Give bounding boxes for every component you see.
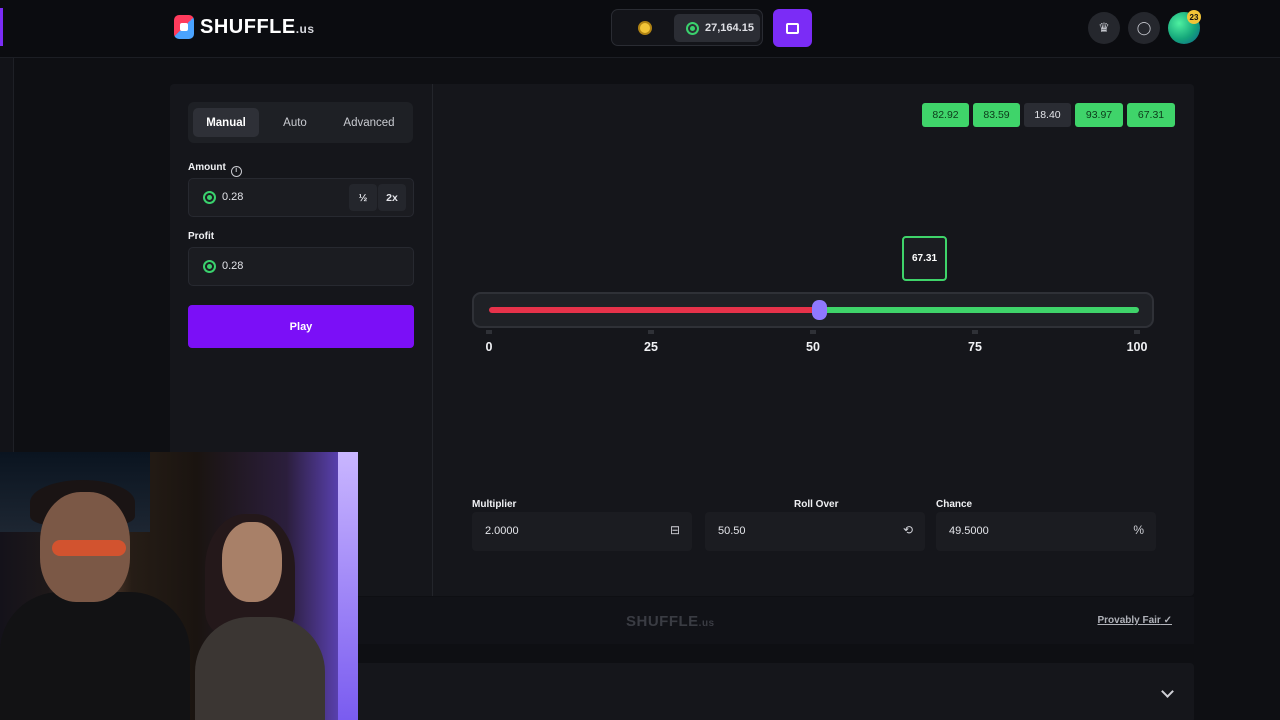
logo-text: SHUFFLE [200,15,296,38]
tab-auto[interactable]: Auto [267,108,323,137]
tab-advanced[interactable]: Advanced [331,108,407,137]
history-chip: 82.92 [922,103,969,127]
tab-manual[interactable]: Manual [193,108,259,137]
tick-mark [810,330,816,334]
person-body [195,617,325,720]
tick-label: 0 [485,340,493,354]
chat-button[interactable]: ◯ [1128,12,1160,44]
person-face [222,522,282,602]
sidebar-collapsed[interactable] [0,58,14,458]
crown-icon: ♛ [1098,20,1110,35]
double-button[interactable]: 2x [378,184,406,211]
swap-icon[interactable]: ⟲ [903,523,913,537]
profit-value: 0.28 [222,260,244,272]
rollover-label: Roll Over [794,499,839,510]
win-range [823,307,1139,313]
rollover-value[interactable]: 50.50 [718,525,746,537]
mode-tabs: Manual Auto Advanced [188,102,413,143]
slider-handle[interactable] [812,300,827,320]
info-icon[interactable]: i [230,166,242,177]
history-chip: 93.97 [1075,103,1123,127]
multiplier-value[interactable]: 2.0000 [485,525,519,537]
webcam-overlay [0,452,358,720]
roll-result-bubble: 67.31 [902,236,947,281]
chevron-down-icon[interactable] [1161,685,1174,698]
wallet-selector[interactable]: 27,164.15 [611,9,763,46]
tick-label: 25 [644,340,658,354]
top-navbar: SHUFFLE.us 27,164.15 ♛ ◯ 23 [0,0,1280,58]
notification-badge: 23 [1187,10,1201,24]
chance-value[interactable]: 49.5000 [949,525,989,537]
history-chip: 83.59 [973,103,1020,127]
dice-slider[interactable] [472,292,1154,328]
profit-field[interactable]: 0.28 [188,247,414,286]
site-logo[interactable]: SHUFFLE.us [174,15,315,39]
percent-suffix: % [1133,523,1144,537]
led-light [338,452,358,720]
wallet-button[interactable] [773,9,812,47]
tick-mark [648,330,654,334]
balance-value: 27,164.15 [705,22,754,34]
amount-value[interactable]: 0.28 [222,191,243,203]
history-chip: 18.40 [1024,103,1071,127]
tick-label: 75 [968,340,982,354]
person-body [0,592,190,720]
footer-logo: SHUFFLE.us [626,613,715,630]
tick-mark [486,330,492,334]
chance-label: Chance [936,499,973,510]
amount-input[interactable]: 0.28 ½ 2x [188,178,414,217]
chance-input[interactable]: 49.5000 % [936,512,1156,551]
half-button[interactable]: ½ [349,184,377,211]
amount-label: Amount i [188,162,242,177]
sweeps-coin-icon [686,21,699,35]
wallet-icon [786,22,799,34]
sidebar-accent [0,8,3,46]
tick-label: 100 [1126,340,1148,354]
play-button[interactable]: Play [188,305,414,348]
logo-tld: .us [295,21,315,36]
sunglasses [52,540,126,556]
multiplier-icon: ⊟ [669,523,680,537]
profit-label: Profit [188,231,215,242]
lose-range [489,307,825,313]
logo-icon [174,15,194,39]
rollover-input[interactable]: 50.50 ⟲ [705,512,925,551]
history-chip: 67.31 [1127,103,1175,127]
tick-mark [972,330,978,334]
provably-fair-link[interactable]: Provably Fair ✓ [1097,615,1172,626]
multiplier-label: Multiplier [472,499,517,510]
chat-icon: ◯ [1136,20,1152,35]
gold-coin-icon[interactable] [638,21,652,35]
balance-display[interactable]: 27,164.15 [674,14,760,42]
currency-icon [203,260,216,273]
currency-icon [203,191,216,204]
vip-button[interactable]: ♛ [1088,12,1120,44]
tick-label: 50 [806,340,820,354]
multiplier-input[interactable]: 2.0000 ⊟ [472,512,692,551]
tick-mark [1134,330,1140,334]
